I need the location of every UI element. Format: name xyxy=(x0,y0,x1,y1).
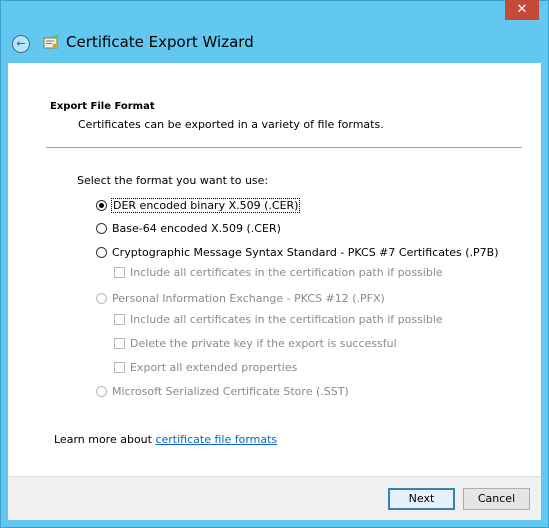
back-arrow-icon: ← xyxy=(16,37,26,50)
divider xyxy=(46,147,522,148)
certificate-icon xyxy=(43,35,58,49)
learn-more-prefix: Learn more about xyxy=(54,433,156,446)
wizard-header: ← Certificate Export Wizard xyxy=(0,25,549,63)
radio-der[interactable]: DER encoded binary X.509 (.CER) xyxy=(96,198,301,213)
certificate-formats-link[interactable]: certificate file formats xyxy=(155,433,277,446)
checkbox[interactable] xyxy=(114,362,125,373)
radio-button[interactable] xyxy=(96,247,107,258)
radio-pfx-label: Personal Information Exchange - PKCS #12… xyxy=(112,292,385,305)
title-bar: ✕ xyxy=(0,0,549,25)
cancel-button[interactable]: Cancel xyxy=(463,488,530,510)
close-button[interactable]: ✕ xyxy=(505,0,539,20)
radio-pkcs7-label: Cryptographic Message Syntax Standard - … xyxy=(112,246,499,259)
radio-pfx[interactable]: Personal Information Exchange - PKCS #12… xyxy=(96,292,385,305)
radio-der-label: DER encoded binary X.509 (.CER) xyxy=(110,198,301,213)
radio-button[interactable] xyxy=(96,293,107,304)
radio-base64-label: Base-64 encoded X.509 (.CER) xyxy=(112,222,281,235)
check-pfx-export-extended[interactable]: Export all extended properties xyxy=(114,361,297,374)
section-description: Certificates can be exported in a variet… xyxy=(78,118,384,131)
radio-sst[interactable]: Microsoft Serialized Certificate Store (… xyxy=(96,385,349,398)
check-pfx-delete-key[interactable]: Delete the private key if the export is … xyxy=(114,337,397,350)
radio-button[interactable] xyxy=(96,386,107,397)
next-button[interactable]: Next xyxy=(388,488,455,510)
learn-more: Learn more about certificate file format… xyxy=(54,433,277,446)
check-pfx-include-all[interactable]: Include all certificates in the certific… xyxy=(114,313,443,326)
check-pkcs7-include-all-label: Include all certificates in the certific… xyxy=(130,266,443,279)
check-pkcs7-include-all[interactable]: Include all certificates in the certific… xyxy=(114,266,443,279)
checkbox[interactable] xyxy=(114,267,125,278)
close-icon: ✕ xyxy=(516,2,528,17)
radio-button[interactable] xyxy=(96,200,107,211)
check-pfx-delete-key-label: Delete the private key if the export is … xyxy=(130,337,397,350)
radio-base64[interactable]: Base-64 encoded X.509 (.CER) xyxy=(96,222,281,235)
radio-button[interactable] xyxy=(96,223,107,234)
wizard-title: Certificate Export Wizard xyxy=(66,33,254,51)
format-prompt: Select the format you want to use: xyxy=(77,174,269,187)
check-pfx-include-all-label: Include all certificates in the certific… xyxy=(130,313,443,326)
radio-pkcs7[interactable]: Cryptographic Message Syntax Standard - … xyxy=(96,246,499,259)
section-title: Export File Format xyxy=(50,101,155,112)
radio-sst-label: Microsoft Serialized Certificate Store (… xyxy=(112,385,349,398)
check-pfx-export-extended-label: Export all extended properties xyxy=(130,361,298,374)
back-button[interactable]: ← xyxy=(12,35,30,53)
checkbox[interactable] xyxy=(114,338,125,349)
checkbox[interactable] xyxy=(114,314,125,325)
wizard-footer xyxy=(8,476,541,520)
next-button-label: Next xyxy=(408,492,435,505)
cancel-button-label: Cancel xyxy=(477,492,516,505)
